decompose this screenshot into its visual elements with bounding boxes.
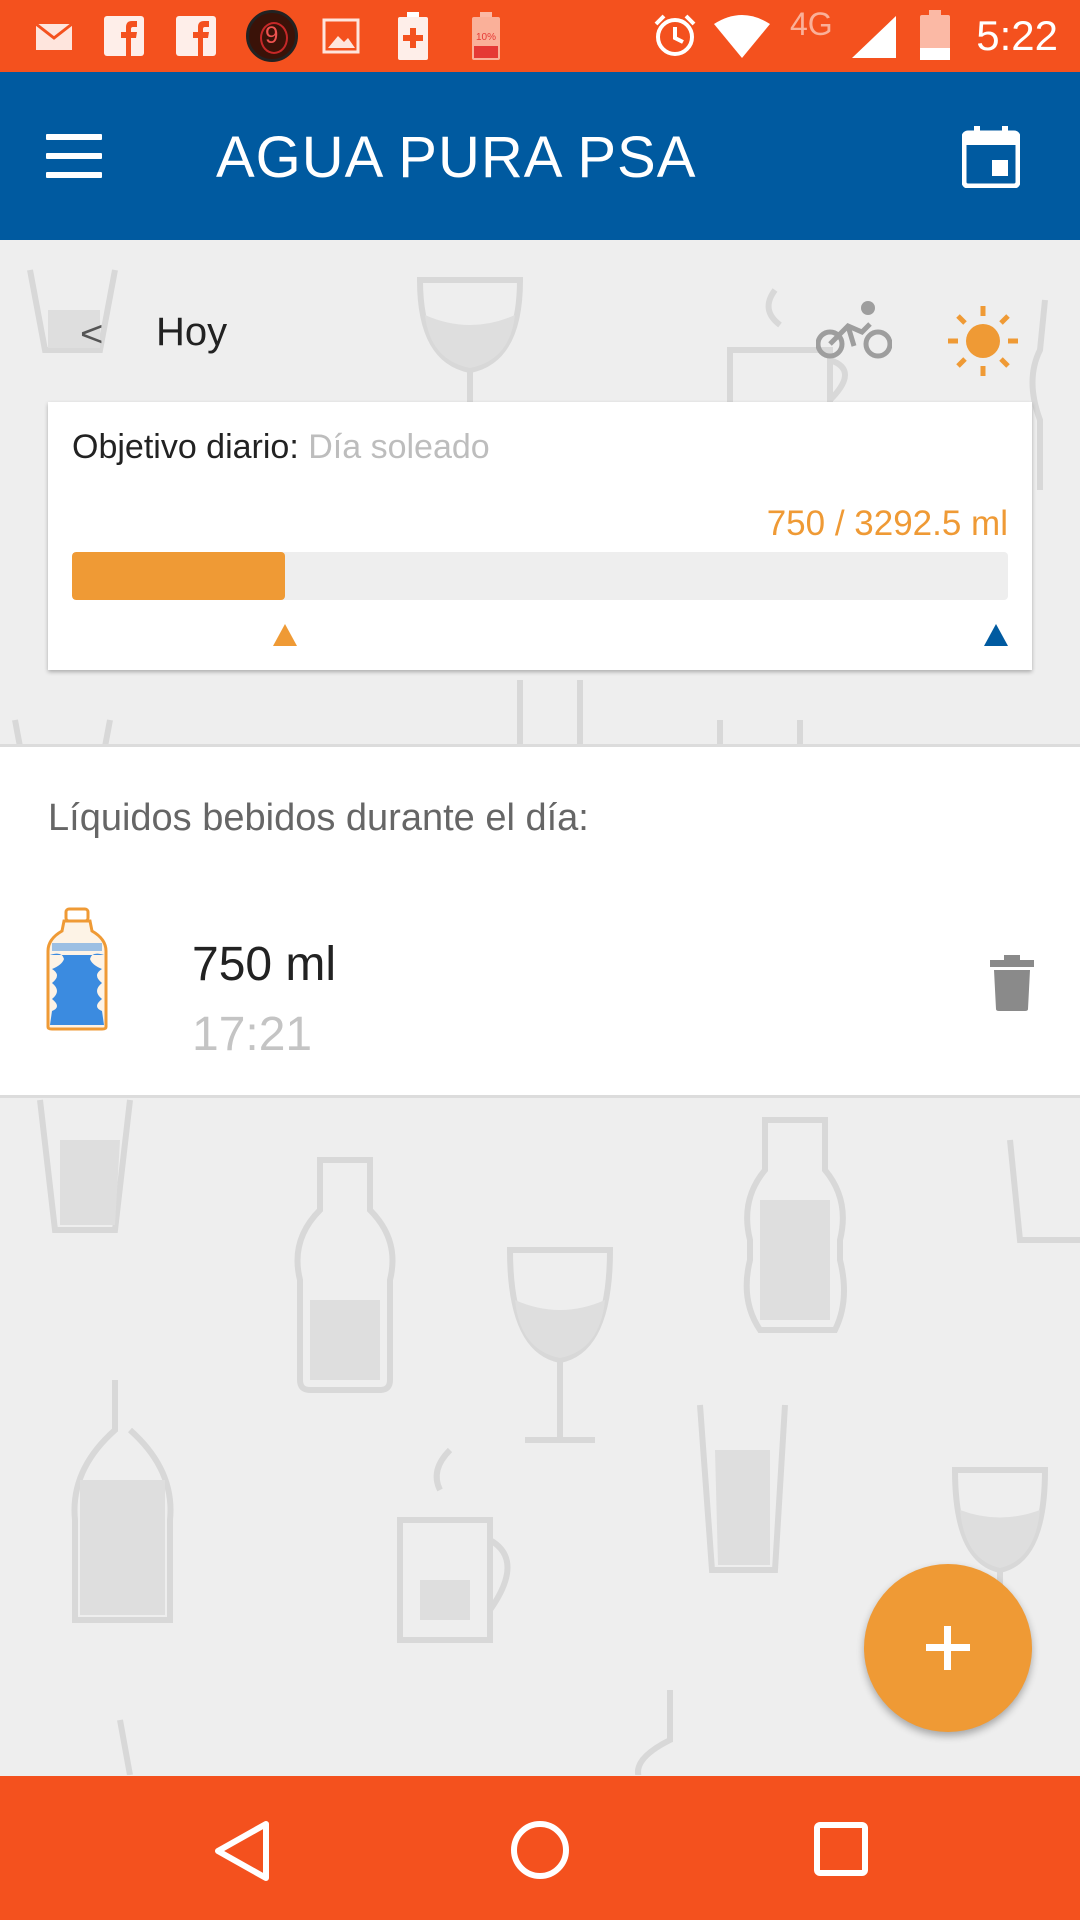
trash-icon[interactable]	[990, 955, 1034, 1011]
previous-day-button[interactable]: <	[80, 314, 103, 355]
liquids-section: Líquidos bebidos durante el día: 750 ml …	[0, 744, 1080, 1098]
goal-label: Objetivo diario:	[72, 428, 299, 466]
hamburger-menu-icon[interactable]	[46, 134, 102, 178]
notification-badge-count: 9	[265, 22, 279, 49]
goal-amount: 750 / 3292.5 ml	[766, 504, 1008, 543]
water-bottle-icon	[46, 907, 108, 1031]
facebook-icon	[176, 16, 216, 56]
goal-marker-icon	[984, 624, 1008, 646]
battery-plus-icon	[398, 12, 428, 60]
liquids-title: Líquidos bebidos durante el día:	[48, 797, 589, 839]
home-circle-icon[interactable]	[510, 1820, 570, 1880]
current-level-marker-icon	[273, 624, 297, 646]
status-bar: 9 10% 4G 5:22	[0, 0, 1080, 72]
list-item[interactable]: 750 ml 17:21	[0, 907, 1080, 1087]
battery-low-icon: 10%	[472, 12, 500, 60]
add-drink-button[interactable]	[864, 1564, 1032, 1732]
svg-text:10%: 10%	[476, 32, 496, 43]
battery-icon	[920, 10, 950, 60]
calendar-icon[interactable]	[962, 126, 1020, 188]
network-type: 4G	[790, 6, 833, 42]
facebook-icon	[104, 16, 144, 56]
signal-icon	[852, 16, 896, 58]
wifi-icon	[714, 15, 770, 58]
goal-progress-fill	[72, 552, 285, 600]
alarm-icon	[654, 14, 696, 56]
day-label: Hoy	[156, 310, 228, 354]
app-bar: AGUA PURA PSA	[0, 72, 1080, 240]
image-icon	[322, 18, 360, 54]
goal-progress-bar	[72, 552, 1008, 600]
goal-value: Día soleado	[308, 428, 490, 466]
bicycle-icon[interactable]	[816, 300, 892, 360]
day-header: < Hoy	[0, 240, 1080, 400]
status-time: 5:22	[976, 12, 1058, 59]
recents-square-icon[interactable]	[814, 1822, 868, 1876]
email-icon	[35, 22, 73, 50]
entry-time: 17:21	[192, 1008, 313, 1061]
entry-amount: 750 ml	[192, 938, 337, 991]
goal-header: Objetivo diario: Día soleado	[72, 428, 490, 467]
app-title: AGUA PURA PSA	[216, 125, 697, 190]
back-triangle-icon[interactable]	[214, 1820, 270, 1882]
sun-icon[interactable]	[948, 306, 1018, 376]
navigation-bar	[0, 1776, 1080, 1920]
daily-goal-card: Objetivo diario: Día soleado 750 / 3292.…	[48, 402, 1032, 670]
notification-badge-icon: 9	[246, 10, 298, 62]
